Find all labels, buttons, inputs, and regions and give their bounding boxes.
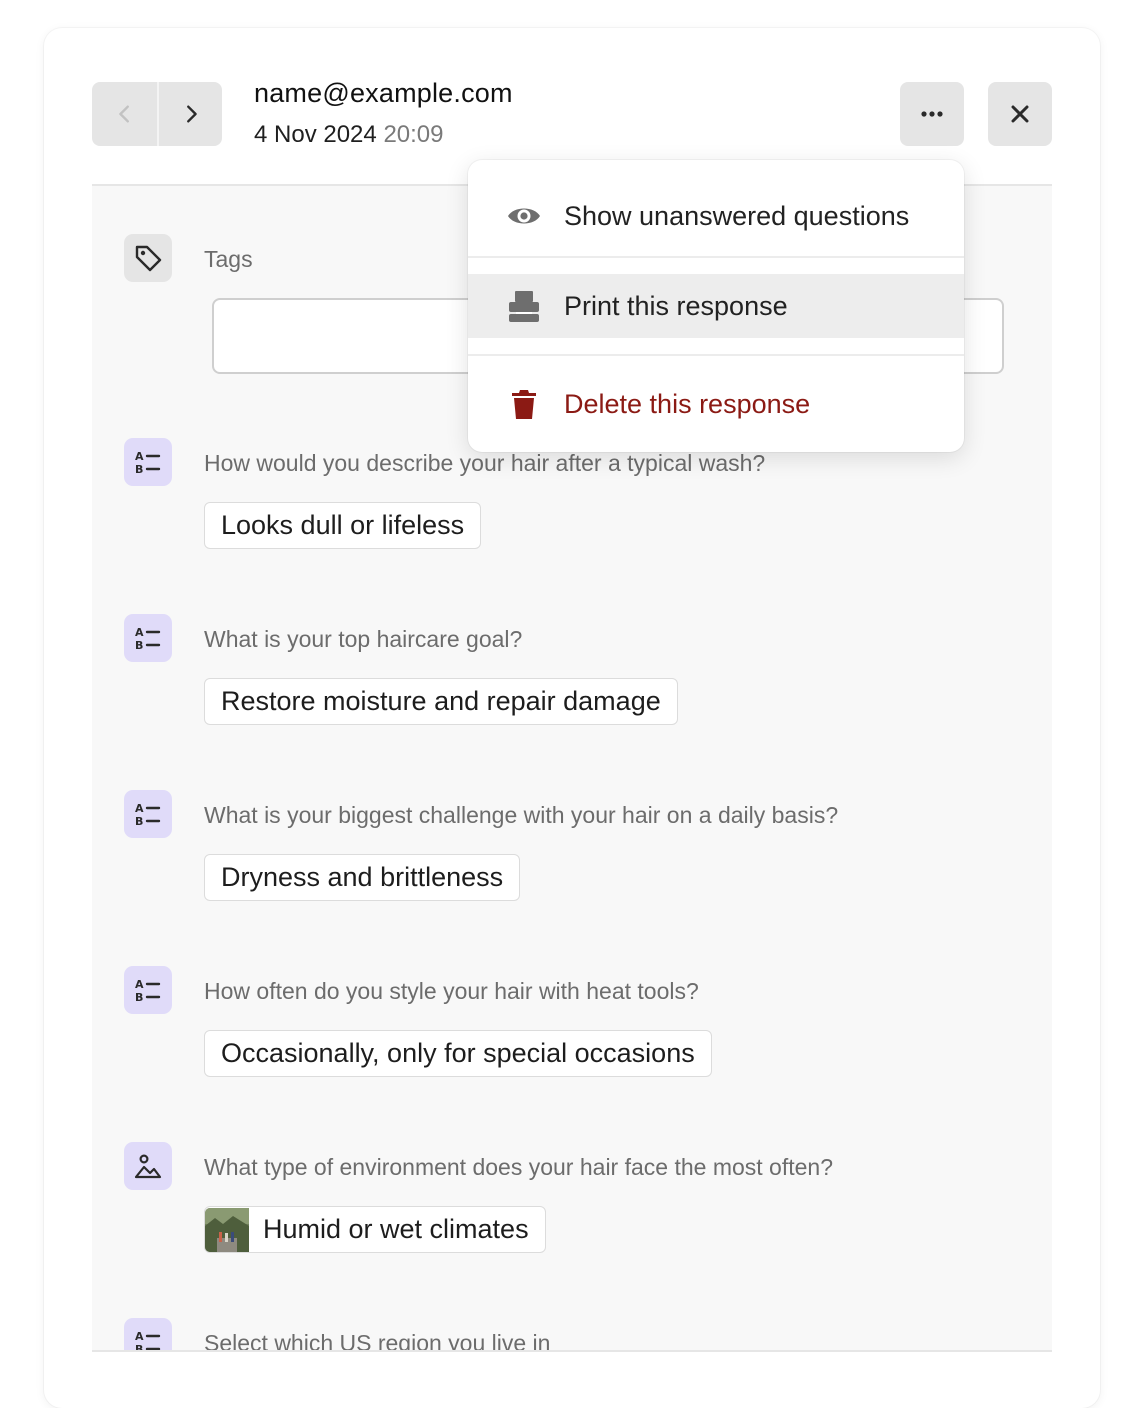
answer-chip: Humid or wet climates [204, 1206, 546, 1253]
multiple-choice-icon: AB [124, 438, 172, 486]
close-icon [1011, 105, 1029, 123]
close-button[interactable] [988, 82, 1052, 146]
footer-divider [92, 1350, 1052, 1352]
svg-text:A: A [135, 450, 144, 463]
svg-text:B: B [135, 815, 143, 828]
chevron-left-icon [118, 105, 129, 123]
menu-item-label: Print this response [564, 290, 788, 321]
multiple-choice-icon: AB [124, 1318, 172, 1350]
svg-text:A: A [135, 626, 144, 639]
response-date: 4 Nov 2024 [254, 121, 377, 148]
question-label: What is your top haircare goal? [204, 626, 523, 652]
svg-text:B: B [135, 463, 143, 476]
menu-item-show-unanswered[interactable]: Show unanswered questions [468, 176, 964, 256]
menu-divider [468, 256, 964, 258]
tag-icon [124, 234, 172, 282]
more-options-button[interactable] [900, 82, 964, 146]
question-label: How would you describe your hair after a… [204, 450, 766, 476]
menu-item-print[interactable]: Print this response [468, 274, 964, 338]
more-options-menu: Show unanswered questions Print this res… [468, 160, 964, 452]
trash-icon [506, 386, 542, 422]
question-label: Select which US region you live in [204, 1330, 551, 1350]
menu-item-label: Delete this response [564, 388, 811, 419]
answer-chip: Dryness and brittleness [204, 854, 521, 901]
svg-text:A: A [135, 802, 144, 815]
answer-thumbnail [205, 1207, 249, 1252]
answer-chip: Occasionally, only for special occasions [204, 1030, 712, 1077]
svg-text:B: B [135, 1343, 143, 1350]
menu-divider [468, 354, 964, 356]
chevron-right-icon [186, 105, 197, 123]
multiple-choice-icon: AB [124, 966, 172, 1014]
previous-response-button[interactable] [92, 82, 157, 146]
picture-choice-icon [124, 1142, 172, 1190]
menu-item-label: Show unanswered questions [564, 200, 910, 231]
printer-icon [506, 288, 542, 324]
answer-text: Humid or wet climates [263, 1214, 529, 1244]
next-response-button[interactable] [157, 82, 222, 146]
question-label: How often do you style your hair with he… [204, 978, 699, 1004]
menu-item-delete[interactable]: Delete this response [468, 372, 964, 436]
svg-text:A: A [135, 1330, 144, 1343]
response-time: 20:09 [383, 121, 444, 148]
multiple-choice-icon: AB [124, 614, 172, 662]
svg-text:B: B [135, 991, 143, 1004]
tags-label: Tags [204, 246, 253, 272]
answer-chip: Restore moisture and repair damage [204, 678, 678, 725]
response-datetime: 4 Nov 2024 20:09 [254, 121, 444, 149]
respondent-email: name@example.com [254, 78, 513, 108]
svg-text:A: A [135, 978, 144, 991]
svg-text:B: B [135, 639, 143, 652]
ellipsis-icon [921, 111, 943, 117]
multiple-choice-icon: AB [124, 790, 172, 838]
response-navigation [92, 82, 222, 146]
answer-chip: Looks dull or lifeless [204, 502, 482, 549]
question-label: What type of environment does your hair … [204, 1154, 834, 1180]
question-label: What is your biggest challenge with your… [204, 802, 839, 828]
eye-icon [506, 198, 542, 234]
